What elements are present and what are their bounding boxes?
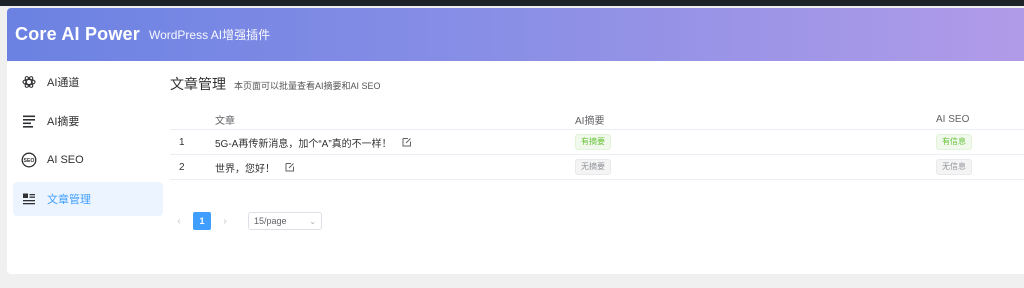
pagination: ‹ 1 › 15/page ⌄ bbox=[170, 212, 322, 230]
page-number-current[interactable]: 1 bbox=[193, 212, 211, 230]
plugin-panel: Core AI Power WordPress AI增强插件 AI通道 AI摘要… bbox=[7, 8, 1024, 274]
brand-subtitle: WordPress AI增强插件 bbox=[148, 28, 271, 42]
column-header-ai-summary: AI摘要 bbox=[575, 116, 605, 127]
article-cell: 5G-A再传新消息，加个“A”真的不一样！ bbox=[215, 135, 575, 150]
articles-table: 文章 AI摘要 AI SEO 1 5G-A再传新消息，加个“A”真的不一样！ 有… bbox=[170, 110, 1024, 180]
summary-status-badge: 有摘要 bbox=[575, 134, 611, 150]
sidebar-item-label: AI通道 bbox=[47, 77, 80, 89]
plugin-header: Core AI Power WordPress AI增强插件 bbox=[7, 8, 1024, 61]
seo-status-badge: 无信息 bbox=[936, 159, 972, 175]
row-index: 1 bbox=[179, 136, 185, 148]
summary-status-badge: 无摘要 bbox=[575, 159, 611, 175]
sidebar-item-article-management[interactable]: 文章管理 bbox=[13, 182, 163, 216]
edit-icon[interactable] bbox=[285, 162, 295, 172]
page-header: 文章管理 本页面可以批量查看AI摘要和AI SEO bbox=[170, 74, 1024, 94]
prev-page-button[interactable]: ‹ bbox=[170, 212, 188, 230]
summary-cell: 无摘要 bbox=[575, 159, 936, 175]
page-size-value: 15/page bbox=[254, 216, 287, 226]
openai-icon bbox=[21, 74, 37, 90]
column-header-article: 文章 bbox=[215, 116, 235, 127]
sidebar-menu: AI通道 AI摘要 SEO AI SEO 文章管理 bbox=[13, 65, 163, 221]
svg-text:SEO: SEO bbox=[24, 158, 35, 164]
table-row: 1 5G-A再传新消息，加个“A”真的不一样！ 有摘要 有信息 bbox=[170, 130, 1024, 155]
column-header-ai-seo: AI SEO bbox=[936, 114, 970, 125]
main-content: 文章管理 本页面可以批量查看AI摘要和AI SEO 文章 AI摘要 AI SEO… bbox=[170, 74, 1024, 230]
seo-cell: 无信息 bbox=[936, 159, 1024, 175]
document-lines-icon bbox=[21, 113, 37, 129]
chevron-down-icon: ⌄ bbox=[309, 216, 316, 226]
table-row: 2 世界，您好！ 无摘要 无信息 bbox=[170, 155, 1024, 180]
admin-bar bbox=[0, 0, 1024, 6]
article-title: 世界，您好！ bbox=[215, 163, 275, 175]
sidebar-item-label: AI摘要 bbox=[47, 116, 80, 128]
sidebar-item-ai-summary[interactable]: AI摘要 bbox=[13, 104, 163, 138]
sidebar-item-label: 文章管理 bbox=[47, 194, 91, 206]
page-title: 文章管理 bbox=[170, 76, 226, 92]
next-page-button[interactable]: › bbox=[216, 212, 234, 230]
sidebar-item-ai-channel[interactable]: AI通道 bbox=[13, 65, 163, 99]
article-title: 5G-A再传新消息，加个“A”真的不一样！ bbox=[215, 138, 392, 150]
row-index: 2 bbox=[179, 161, 185, 173]
article-cell: 世界，您好！ bbox=[215, 160, 575, 175]
brand-title: Core AI Power bbox=[15, 24, 140, 44]
summary-cell: 有摘要 bbox=[575, 134, 936, 150]
sidebar-item-label: AI SEO bbox=[47, 154, 84, 166]
article-list-icon bbox=[21, 191, 37, 207]
seo-icon: SEO bbox=[21, 152, 37, 168]
edit-icon[interactable] bbox=[402, 137, 412, 147]
table-header: 文章 AI摘要 AI SEO bbox=[170, 110, 1024, 130]
seo-cell: 有信息 bbox=[936, 134, 1024, 150]
page-size-select[interactable]: 15/page ⌄ bbox=[248, 212, 322, 230]
sidebar-item-ai-seo[interactable]: SEO AI SEO bbox=[13, 143, 163, 177]
seo-status-badge: 有信息 bbox=[936, 134, 972, 150]
page-description: 本页面可以批量查看AI摘要和AI SEO bbox=[234, 81, 381, 91]
